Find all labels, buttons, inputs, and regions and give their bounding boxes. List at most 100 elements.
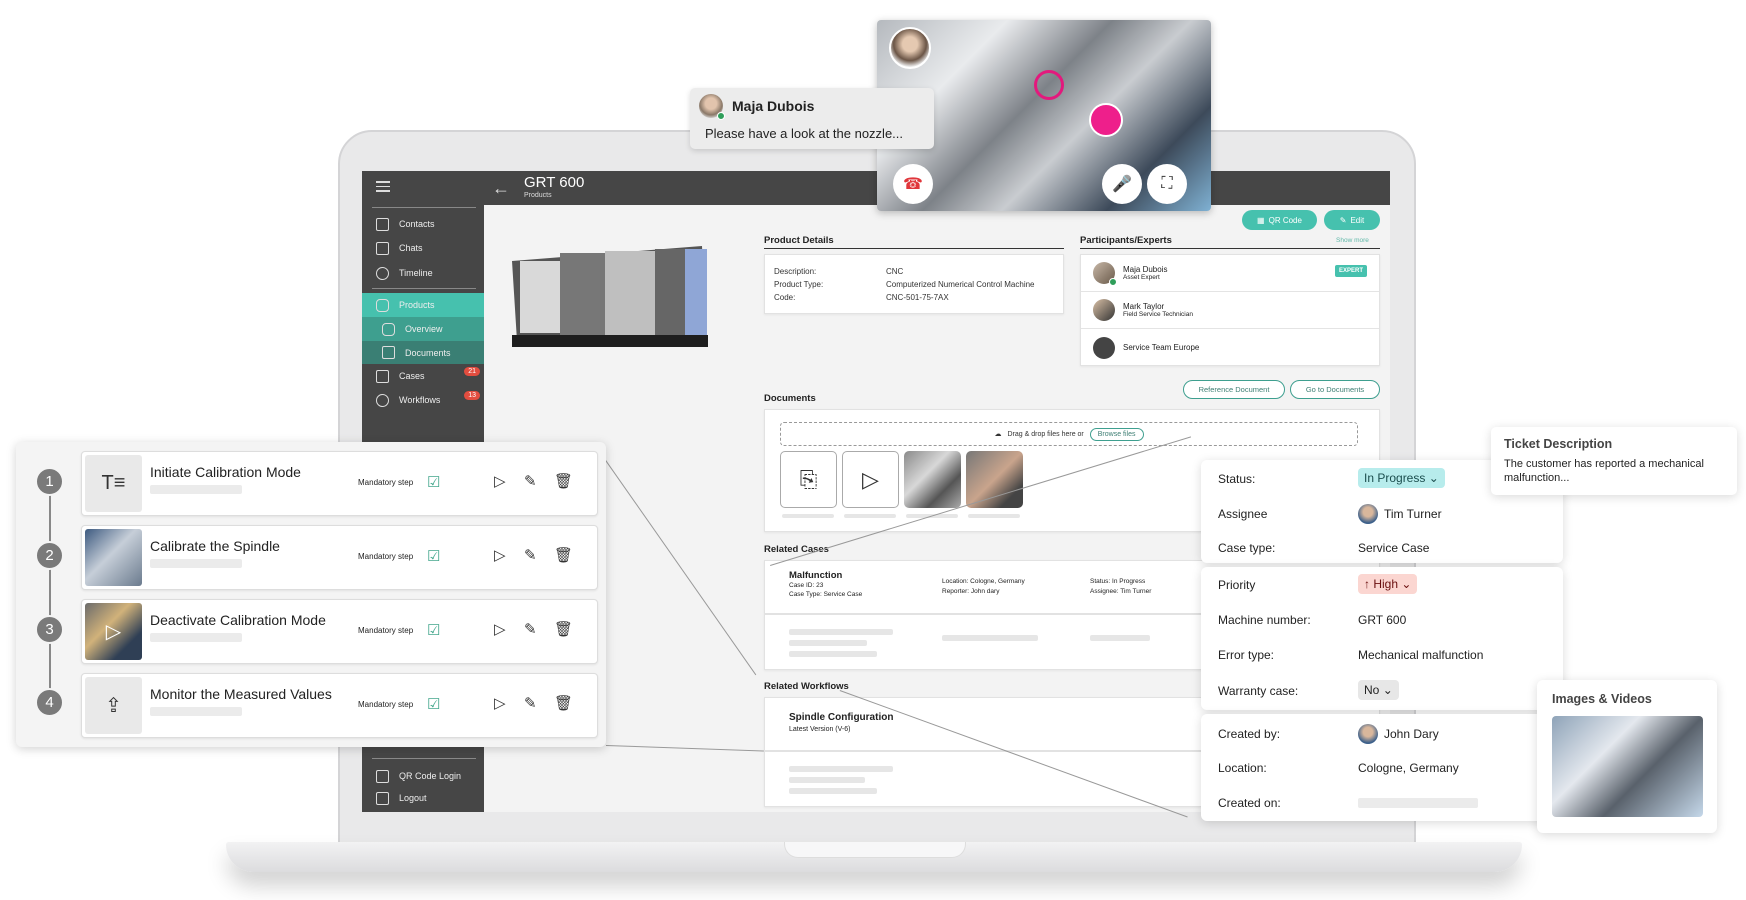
document-image-thumb[interactable] — [904, 451, 961, 508]
priority-dropdown[interactable]: ↑ High ⌄ — [1358, 574, 1418, 594]
cases-count-badge: 21 — [464, 367, 480, 376]
trash-icon[interactable]: 🗑 — [554, 620, 573, 638]
skeleton-line — [782, 514, 834, 518]
sidebar-item-label: Products — [399, 300, 435, 310]
case-location: Location: Cologne, Germany — [942, 578, 1025, 585]
sidebar-item-contacts[interactable]: Contacts — [362, 213, 484, 235]
trash-icon[interactable]: 🗑 — [554, 472, 573, 490]
case-details-panel: Priority ↑ High ⌄ Machine number: GRT 60… — [1201, 567, 1563, 710]
document-image-thumb[interactable] — [966, 451, 1023, 508]
pencil-icon[interactable]: ✎ — [524, 620, 537, 638]
skeleton-line — [789, 629, 893, 635]
arrow-left-icon[interactable]: ← — [492, 178, 510, 199]
participant-name: Mark Taylor — [1123, 302, 1165, 311]
sidebar-item-timeline[interactable]: Timeline — [362, 262, 484, 284]
file-dropzone[interactable]: ☁ Drag & drop files here or Browse files — [780, 422, 1358, 446]
qr-code-icon — [376, 769, 389, 783]
reference-document-button[interactable]: Reference Document — [1183, 380, 1285, 399]
sidebar-item-cases[interactable]: Cases 21 — [362, 365, 484, 387]
warranty-label: Warranty case: — [1218, 684, 1299, 698]
workflow-step[interactable]: T≡ Initiate Calibration Mode Mandatory s… — [81, 451, 598, 516]
trash-icon[interactable]: 🗑 — [554, 694, 573, 712]
sidebar-item-workflows[interactable]: Workflows 13 — [362, 389, 484, 411]
sidebar-item-overview[interactable]: Overview — [362, 317, 484, 341]
checkbox-checked-icon[interactable]: ☑ — [427, 621, 440, 639]
pdf-file-icon[interactable]: ⎘ — [780, 451, 837, 508]
contact-card-icon — [376, 217, 389, 231]
sidebar-item-qr-login[interactable]: QR Code Login — [362, 765, 484, 787]
avatar — [1093, 262, 1117, 286]
error-type-label: Error type: — [1218, 648, 1275, 662]
edit-button[interactable]: ✎ Edit — [1324, 210, 1380, 230]
sidebar-item-chats[interactable]: Chats — [362, 237, 484, 259]
checkbox-checked-icon[interactable]: ☑ — [427, 695, 440, 713]
workflows-count-badge: 13 — [464, 391, 480, 400]
pencil-icon[interactable]: ✎ — [524, 546, 537, 564]
fullscreen-icon[interactable]: ⛶ — [1147, 164, 1187, 204]
mandatory-label: Mandatory step — [358, 700, 414, 709]
checkbox-checked-icon[interactable]: ☑ — [427, 473, 440, 491]
media-thumbnail[interactable] — [1552, 716, 1703, 817]
participant-row[interactable]: Maja Dubois Asset Expert EXPERT — [1081, 255, 1379, 292]
workflow-step[interactable]: Calibrate the Spindle Mandatory step ☑ ▷… — [81, 525, 598, 590]
sidebar-item-label: Logout — [399, 793, 427, 803]
video-file-icon[interactable]: ▷ — [842, 451, 899, 508]
sidebar-item-logout[interactable]: Logout — [362, 787, 484, 809]
text-format-icon: T≡ — [85, 455, 142, 512]
status-dropdown[interactable]: In Progress ⌄ — [1358, 468, 1445, 488]
related-workflows-title: Related Workflows — [764, 681, 849, 692]
detail-label: Code: — [774, 293, 796, 302]
case-type: Case Type: Service Case — [789, 591, 863, 598]
sidebar-item-products[interactable]: Products — [362, 293, 484, 317]
step-number: 1 — [35, 467, 64, 496]
participant-row[interactable]: Service Team Europe — [1081, 329, 1379, 366]
caller-avatar — [889, 27, 931, 69]
pencil-icon[interactable]: ✎ — [524, 694, 537, 712]
workflow-step[interactable]: ▷ Deactivate Calibration Mode Mandatory … — [81, 599, 598, 664]
play-icon[interactable]: ▷ — [494, 472, 506, 490]
participant-row[interactable]: Mark Taylor Field Service Technician — [1081, 292, 1379, 329]
trash-icon[interactable]: 🗑 — [554, 546, 573, 564]
ticket-text: The customer has reported a mechanical m… — [1504, 458, 1704, 484]
document-icon — [382, 346, 395, 359]
page-title: GRT 600 — [524, 174, 585, 191]
checkbox-checked-icon[interactable]: ☑ — [427, 547, 440, 565]
sidebar-item-label: Contacts — [399, 219, 435, 229]
status-label: Status: — [1218, 472, 1256, 486]
step-number: 4 — [35, 688, 64, 717]
hamburger-icon[interactable] — [376, 181, 390, 193]
skeleton-line — [789, 777, 865, 783]
browse-files-button[interactable]: Browse files — [1089, 427, 1144, 441]
assignee-value[interactable]: Tim Turner — [1358, 504, 1442, 524]
warranty-dropdown[interactable]: No ⌄ — [1358, 680, 1399, 700]
pencil-icon[interactable]: ✎ — [524, 472, 537, 490]
step-title: Initiate Calibration Mode — [150, 464, 301, 480]
sidebar-item-label: Workflows — [399, 395, 441, 405]
annotation-circle — [1034, 70, 1064, 100]
sidebar-item-documents[interactable]: Documents — [362, 341, 484, 364]
chevron-down-icon: ⌄ — [1428, 471, 1439, 485]
microphone-icon[interactable]: 🎤 — [1102, 164, 1142, 204]
skeleton-line — [150, 707, 242, 716]
error-type-value: Mechanical malfunction — [1358, 648, 1484, 662]
step-title: Deactivate Calibration Mode — [150, 612, 326, 628]
cloud-upload-icon: ☁ — [994, 431, 1002, 438]
play-icon[interactable]: ▷ — [494, 620, 506, 638]
participants-title: Participants/Experts — [1080, 235, 1380, 249]
workflow-step[interactable]: ⇪ Monitor the Measured Values Mandatory … — [81, 673, 598, 738]
product-image — [512, 246, 708, 347]
end-call-icon[interactable]: ☎ — [893, 164, 933, 204]
go-to-documents-button[interactable]: Go to Documents — [1290, 380, 1380, 399]
product-details-card: Description: CNC Product Type: Computeri… — [764, 254, 1064, 314]
detail-label: Product Type: — [774, 280, 824, 289]
qr-code-button[interactable]: ▦ QR Code — [1242, 210, 1317, 230]
case-title: Malfunction — [789, 570, 843, 581]
detail-value: CNC-501-75-7AX — [886, 293, 949, 302]
play-icon[interactable]: ▷ — [494, 546, 506, 564]
video-play-icon: ▷ — [85, 603, 142, 660]
annotation-pointer[interactable] — [1089, 103, 1123, 137]
workflow-version: Latest Version (V-6) — [789, 726, 851, 733]
play-icon[interactable]: ▷ — [494, 694, 506, 712]
ticket-description-card: Ticket Description The customer has repo… — [1491, 427, 1737, 495]
skeleton-line — [150, 485, 242, 494]
